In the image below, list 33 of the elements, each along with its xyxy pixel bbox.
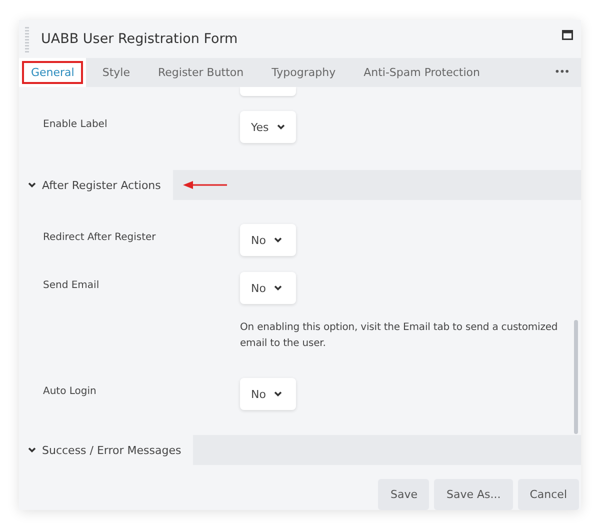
section-header[interactable]: Success / Error Messages xyxy=(19,435,194,465)
more-tabs-button[interactable]: ••• xyxy=(542,58,581,87)
dropdown[interactable] xyxy=(240,87,296,96)
dropdown[interactable]: No xyxy=(240,272,296,304)
footer-button[interactable]: Save xyxy=(378,479,430,510)
maximize-icon[interactable] xyxy=(562,30,573,40)
tab[interactable]: General xyxy=(19,58,86,87)
section-title: Success / Error Messages xyxy=(42,444,182,456)
chevron-icon xyxy=(274,391,282,397)
section-title: After Register Actions xyxy=(42,178,161,192)
tab[interactable]: Style xyxy=(90,58,142,87)
field-label: Enable Label xyxy=(42,118,108,132)
window-title: UABB User Registration Form xyxy=(41,31,239,47)
chevron-icon xyxy=(274,237,282,243)
chevron-icon xyxy=(28,447,36,453)
tab[interactable]: Anti-Spam Protection xyxy=(352,58,492,87)
chevron-icon xyxy=(276,124,285,130)
section-header[interactable]: After Register Actions xyxy=(19,170,173,200)
tab[interactable]: Register Button xyxy=(146,58,256,87)
field-label: Send Email xyxy=(42,279,100,293)
footer-button[interactable]: Save As... xyxy=(434,479,513,510)
help-text: On enabling this option, visit the Email tab to send a customized email to the user. xyxy=(240,321,559,351)
drag-handle-icon[interactable] xyxy=(25,27,29,53)
footer-button[interactable]: Cancel xyxy=(518,479,579,510)
field-label: Redirect After Register xyxy=(42,231,157,245)
dropdown[interactable]: No xyxy=(240,224,296,256)
dropdown[interactable]: Yes xyxy=(240,111,296,143)
chevron-icon xyxy=(274,285,282,291)
chevron-icon xyxy=(28,182,36,188)
dropdown[interactable]: No xyxy=(240,378,296,410)
field-label: Auto Login xyxy=(42,385,98,399)
scrollbar[interactable] xyxy=(574,320,578,434)
tab[interactable]: Typography xyxy=(260,58,348,87)
